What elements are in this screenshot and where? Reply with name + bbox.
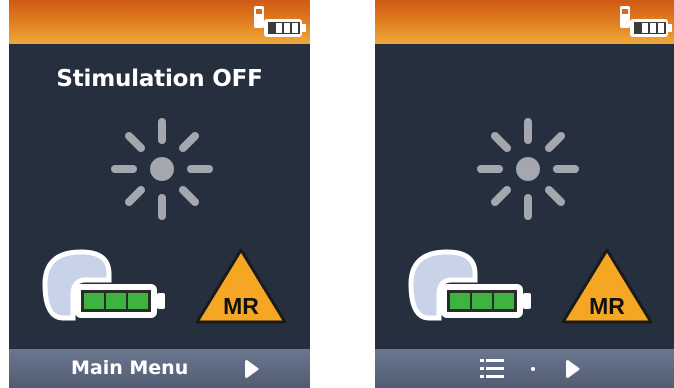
- bottom-bar: Main Menu: [9, 349, 310, 388]
- bottom-bar: [375, 349, 674, 388]
- status-bar: [375, 0, 674, 44]
- remote-battery-icon: [254, 6, 306, 37]
- spinner-icon: [477, 118, 579, 220]
- remote-battery-icon: [620, 6, 672, 37]
- implant-battery-icon: [408, 249, 531, 321]
- next-arrow-icon[interactable]: [244, 359, 260, 379]
- implant-battery-icon: [42, 249, 165, 321]
- next-arrow-icon[interactable]: [565, 359, 581, 379]
- page-indicator-dot: [531, 367, 535, 371]
- mr-label: MR: [589, 293, 625, 319]
- left-screen: Stimulation OFF MR Main Menu: [9, 0, 310, 388]
- page-title: Stimulation OFF: [56, 66, 263, 92]
- right-screen: MR: [375, 0, 674, 388]
- status-bar: [9, 0, 310, 44]
- list-icon[interactable]: [480, 359, 504, 378]
- mr-label: MR: [223, 293, 259, 319]
- mr-conditional-warning-icon: MR: [561, 248, 653, 324]
- spinner-icon: [111, 118, 213, 220]
- main-menu-button[interactable]: Main Menu: [71, 357, 188, 379]
- mr-conditional-warning-icon: MR: [195, 248, 287, 324]
